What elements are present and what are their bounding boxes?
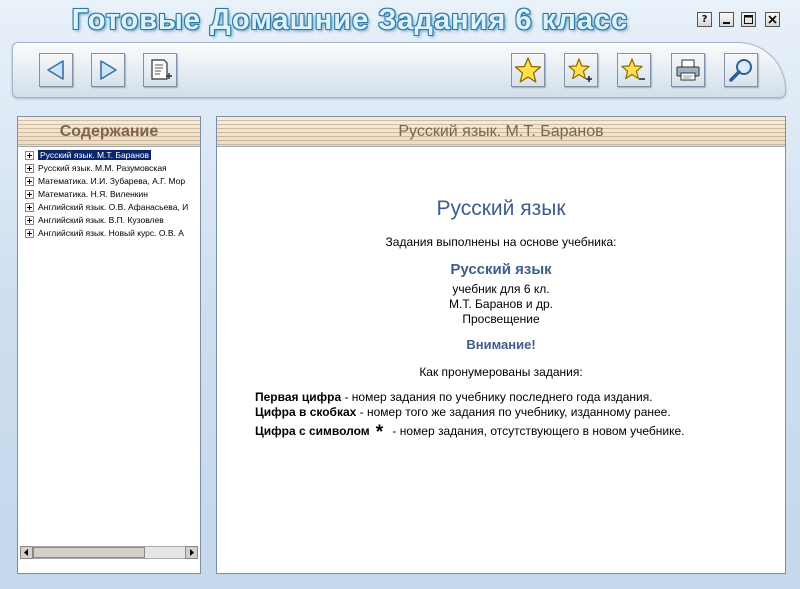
asterisk-symbol: * [375,422,384,443]
printer-icon [676,59,700,81]
tree-item[interactable]: Математика. Н.Я. Виленкин [18,188,200,200]
scroll-right-button[interactable] [185,546,198,559]
minimize-icon [723,22,730,24]
scroll-left-button[interactable] [20,546,33,559]
tree-item-label: Английский язык. Новый курс. О.В. А [38,228,184,238]
book-authors: М.Т. Баранов и др. [449,297,553,311]
tree-item-label: Русский язык. М.Т. Баранов [38,150,152,160]
legend-term: Цифра в скобках [255,405,357,419]
tree-item-label: Математика. И.И. Зубарева, А.Г. Мор [38,176,186,186]
app-window: Готовые Домашние Задания 6 класс ? Содер… [0,0,800,589]
book-title: Русский язык [450,261,552,278]
scrollbar-track[interactable] [20,546,198,559]
tree-item-label: Математика. Н.Я. Виленкин [38,189,148,199]
legend-text: - номер того же задания по учебнику, изд… [356,405,671,419]
contents-title: Содержание [59,123,159,140]
print-button[interactable] [671,53,705,87]
legend-text: - номер задания по учебнику последнего г… [341,390,653,404]
tree-item[interactable]: Математика. И.И. Зубарева, А.Г. Мор [18,175,200,187]
expand-icon[interactable] [25,203,34,212]
magnifier-icon [729,59,752,82]
help-button[interactable]: ? [697,12,712,27]
close-icon [768,15,777,24]
notes-button[interactable] [143,53,177,87]
tree-item-label: Русский язык. М.М. Разумовская [38,163,167,173]
toolbar [12,42,786,98]
tree-item-label: Английский язык. О.В. Афанасьева, И [38,202,189,212]
horizontal-scrollbar[interactable] [18,541,200,573]
book-grade: учебник для 6 кл. [452,282,550,296]
favorites-button[interactable] [511,53,545,87]
maximize-button[interactable] [741,12,756,27]
maximize-icon [744,15,753,24]
document-panel: Русский язык. М.Т. Баранов Русский язык … [216,116,786,574]
minimize-button[interactable] [719,12,734,27]
tree-item[interactable]: Английский язык. В.П. Кузовлев [18,214,200,226]
tree-item[interactable]: Русский язык. М.М. Разумовская [18,162,200,174]
document-title: Русский язык. М.Т. Баранов [398,123,604,140]
remove-favorite-button[interactable] [617,53,651,87]
legend-term: Первая цифра [255,390,342,404]
arrow-right-small-icon [190,549,194,556]
arrow-right-icon [100,60,117,80]
tree-item[interactable]: Английский язык. О.В. Афанасьева, И [18,201,200,213]
expand-icon[interactable] [25,216,34,225]
expand-icon[interactable] [25,177,34,186]
attention-heading: Внимание! [466,337,536,352]
tree-item-label: Английский язык. В.П. Кузовлев [38,215,164,225]
arrow-left-icon [47,60,64,80]
contents-header: Содержание [18,117,200,147]
numbering-intro: Как пронумерованы задания: [419,365,583,379]
close-button[interactable] [765,12,780,27]
legend-digit-with-symbol: Цифра с символом * - номер задания, отсут… [255,422,685,444]
add-favorite-button[interactable] [564,53,598,87]
star-plus-icon [568,58,592,82]
forward-button[interactable] [91,53,125,87]
expand-icon[interactable] [25,164,34,173]
search-button[interactable] [724,53,758,87]
tree-item[interactable]: Русский язык. М.Т. Баранов [18,149,200,161]
star-icon [514,57,542,83]
back-button[interactable] [39,53,73,87]
window-title: Готовые Домашние Задания 6 класс [71,4,629,36]
legend-text: - номер задания, отсутствующего в новом … [389,424,685,438]
contents-panel: Содержание Русский язык. М.Т. Баранов Рус… [17,116,201,574]
arrow-left-small-icon [24,549,28,556]
note-add-icon [151,59,172,80]
title-bar[interactable]: Готовые Домашние Задания 6 класс ? [0,0,800,42]
tree-item[interactable]: Английский язык. Новый курс. О.В. А [18,227,200,239]
document-heading: Русский язык [436,197,566,220]
star-minus-icon [621,58,645,80]
basis-text: Задания выполнены на основе учебника: [385,235,617,249]
contents-tree: Русский язык. М.Т. Баранов Русский язык. … [18,149,200,541]
legend-digit-in-brackets: Цифра в скобках - номер того же задания … [255,405,671,419]
document-body: Русский язык Задания выполнены на основе… [217,149,785,569]
scrollbar-thumb[interactable] [33,547,145,558]
expand-icon[interactable] [25,151,34,160]
legend-term: Цифра с символом [255,424,370,438]
expand-icon[interactable] [25,190,34,199]
expand-icon[interactable] [25,229,34,238]
document-header: Русский язык. М.Т. Баранов [217,117,785,147]
book-publisher: Просвещение [462,312,540,326]
legend-first-digit: Первая цифра - номер задания по учебнику… [255,390,653,404]
